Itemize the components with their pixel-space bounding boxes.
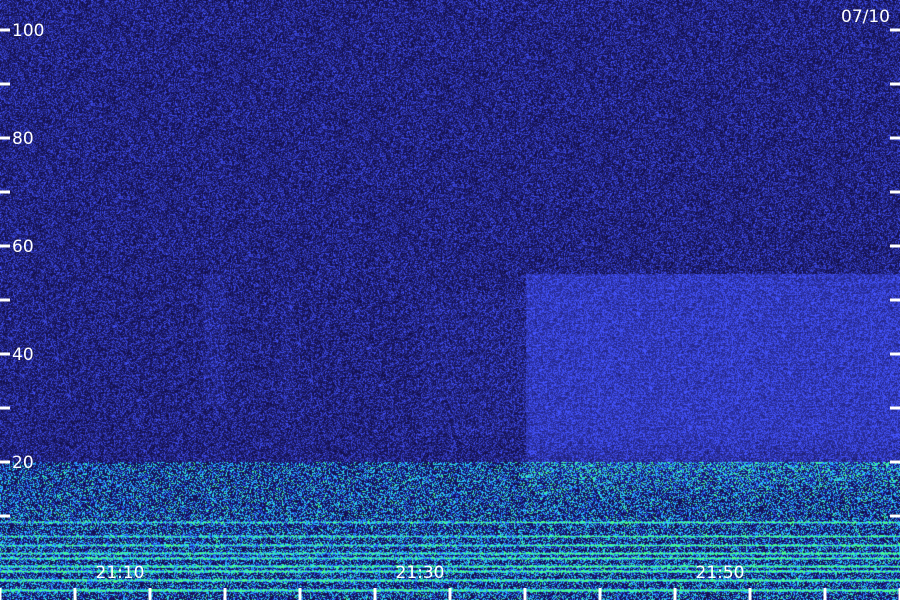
date-label: 07/10 bbox=[841, 7, 890, 27]
y-axis: 20 40 60 80 100 bbox=[0, 21, 900, 518]
y-tick-label: 60 bbox=[12, 237, 34, 257]
x-tick-label: 21:10 bbox=[96, 563, 145, 583]
x-tick-label: 21:50 bbox=[696, 563, 745, 583]
axes-overlay: 20 40 60 80 100 21:10 21:30 21:50 07/10 bbox=[0, 7, 900, 600]
y-tick-label: 40 bbox=[12, 345, 34, 365]
x-axis: 21:10 21:30 21:50 bbox=[0, 563, 900, 600]
y-tick-label: 80 bbox=[12, 129, 34, 149]
spectrogram-panel: 20 40 60 80 100 21:10 21:30 21:50 07/10 bbox=[0, 0, 900, 600]
y-tick-label: 100 bbox=[12, 21, 44, 41]
x-tick-label: 21:30 bbox=[396, 563, 445, 583]
y-tick-label: 20 bbox=[12, 453, 34, 473]
